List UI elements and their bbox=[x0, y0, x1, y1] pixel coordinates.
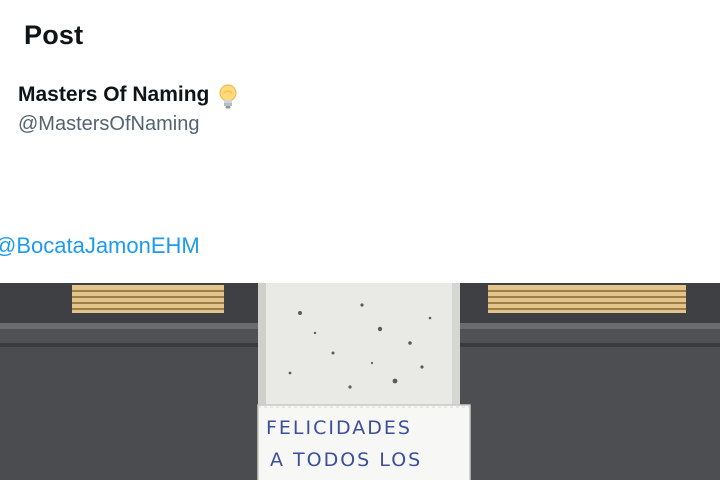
author-handle[interactable]: @MastersOfNaming bbox=[18, 113, 199, 136]
author-name-row[interactable]: Masters Of Naming bbox=[18, 82, 239, 110]
post-image[interactable]: FELICIDADES A TODOS LOS bbox=[0, 283, 720, 480]
author-name[interactable]: Masters Of Naming bbox=[18, 83, 209, 107]
post-image-graphic: FELICIDADES A TODOS LOS bbox=[0, 283, 720, 480]
mention-link[interactable]: @BocataJamonEHM bbox=[0, 233, 200, 259]
lightbulb-icon bbox=[217, 84, 239, 110]
page-title: Post bbox=[24, 20, 84, 50]
sign-line-2: A TODOS LOS bbox=[270, 449, 422, 471]
sign-line-1: FELICIDADES bbox=[266, 417, 412, 439]
